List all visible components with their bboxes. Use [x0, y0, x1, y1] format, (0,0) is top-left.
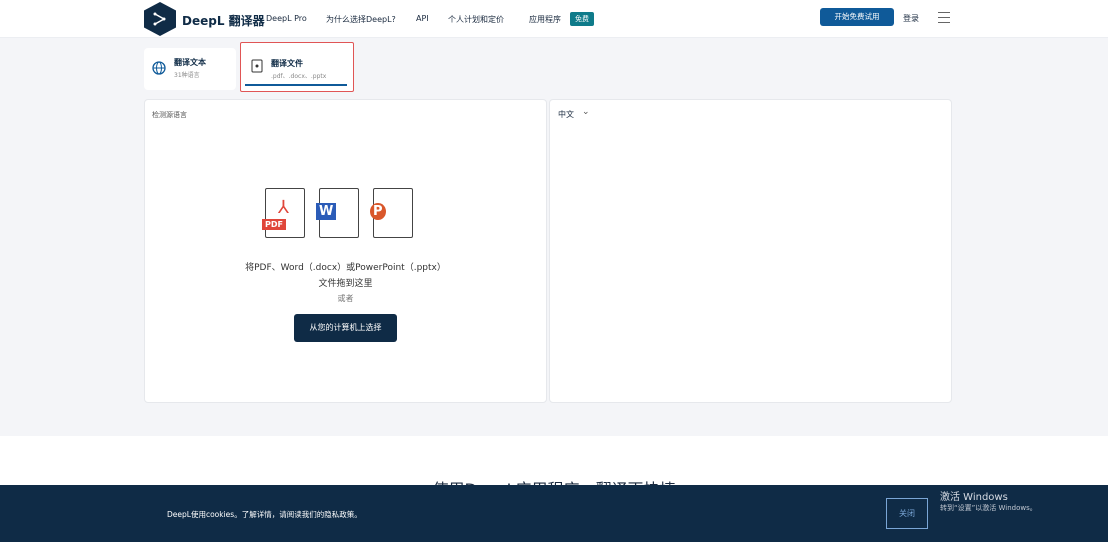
- activate-windows-title: 激活 Windows: [940, 492, 1008, 503]
- nav-api[interactable]: API: [416, 14, 429, 23]
- nav-pricing[interactable]: 个人计划和定价: [448, 14, 504, 25]
- cookie-close-button[interactable]: 关闭: [886, 498, 928, 529]
- hamburger-menu-icon[interactable]: [938, 12, 950, 27]
- source-language-label[interactable]: 检测源语言: [152, 110, 187, 120]
- or-label: 或者: [337, 294, 354, 303]
- nav-deepl-pro[interactable]: DeepL Pro: [266, 14, 307, 23]
- file-type-icons: ⅄ PDF W P: [262, 188, 413, 238]
- word-icon: W: [316, 188, 359, 238]
- deepl-logo[interactable]: [144, 2, 176, 36]
- pdf-icon: ⅄ PDF: [262, 188, 305, 238]
- activate-windows-subtitle: 转到“设置”以激活 Windows。: [940, 504, 1037, 512]
- globe-icon: [152, 61, 166, 75]
- tab-title: 翻译文本: [174, 58, 206, 67]
- free-badge: 免费: [570, 12, 594, 26]
- active-tab-indicator: [245, 84, 347, 86]
- select-file-button[interactable]: 从您的计算机上选择: [294, 314, 397, 342]
- tab-translate-files[interactable]: 翻译文件 .pdf、.docx、.pptx: [240, 42, 354, 92]
- cookie-banner: DeepL使用cookies。了解详情，请阅读我们的隐私政策。 关闭 激活 Wi…: [0, 485, 1108, 542]
- powerpoint-icon: P: [370, 188, 413, 238]
- cookie-text: DeepL使用cookies。了解详情，请阅读我们的隐私政策。: [167, 510, 362, 519]
- source-panel[interactable]: 检测源语言 ⅄ PDF W P 将PDF、Word（.docx）或PowerPoi…: [144, 99, 547, 403]
- free-trial-button[interactable]: 开始免费试用: [820, 8, 894, 26]
- tab-subtitle: .pdf、.docx、.pptx: [271, 73, 327, 80]
- drop-instructions-2: 文件拖到这里: [318, 279, 373, 289]
- nav-apps[interactable]: 应用程序: [529, 14, 561, 25]
- tab-subtitle: 31种语言: [174, 72, 200, 79]
- file-icon: [251, 59, 263, 73]
- target-language-select[interactable]: 中文: [558, 109, 574, 120]
- drop-instructions: 将PDF、Word（.docx）或PowerPoint（.pptx）: [245, 263, 446, 273]
- top-bar: DeepL 翻译器 DeepL Pro 为什么选择DeepL? API 个人计划…: [0, 0, 1108, 38]
- login-link[interactable]: 登录: [903, 13, 919, 24]
- target-panel: 中文 ⌄: [549, 99, 952, 403]
- chevron-down-icon[interactable]: ⌄: [582, 107, 590, 117]
- tab-translate-text[interactable]: 翻译文本 31种语言: [144, 48, 236, 90]
- tab-title: 翻译文件: [271, 59, 303, 68]
- nav-why-deepl[interactable]: 为什么选择DeepL?: [326, 14, 396, 25]
- brand-name[interactable]: DeepL 翻译器: [182, 12, 265, 29]
